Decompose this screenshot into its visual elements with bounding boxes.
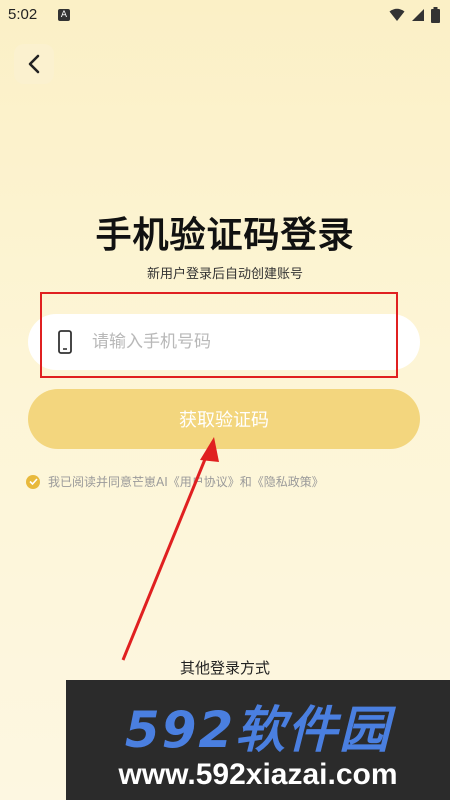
get-code-button[interactable]: 获取验证码 [28, 389, 420, 449]
page-subtitle: 新用户登录后自动创建账号 [146, 267, 303, 282]
check-icon [28, 478, 38, 485]
status-time: 5:02 [8, 6, 38, 23]
battery-icon [431, 7, 440, 23]
signal-icon [412, 9, 424, 21]
agree-checkbox[interactable] [26, 474, 40, 489]
agreement-prefix: 我已阅读并同意芒崽AI [48, 475, 168, 489]
notification-icon: A [58, 9, 70, 21]
wifi-icon [389, 8, 405, 21]
annotation-highlight-box [40, 292, 398, 378]
back-button[interactable] [14, 44, 54, 84]
watermark-url: www.592xiazai.com [118, 758, 398, 791]
status-icons [389, 7, 440, 23]
agreement-row: 我已阅读并同意芒崽AI 《用户协议》 和 《隐私政策》 [26, 473, 324, 490]
user-agreement-link[interactable]: 《用户协议》 [168, 473, 240, 490]
watermark-brand: 592软件园 [124, 701, 392, 759]
chevron-left-icon [28, 54, 40, 74]
other-login-label[interactable]: 其他登录方式 [0, 657, 450, 678]
privacy-policy-link[interactable]: 《隐私政策》 [252, 473, 324, 490]
watermark-banner: 592软件园 www.592xiazai.com [66, 680, 450, 800]
page-title: 手机验证码登录 [95, 215, 355, 256]
agreement-and: 和 [239, 475, 252, 489]
status-bar: 5:02 A [0, 0, 450, 32]
